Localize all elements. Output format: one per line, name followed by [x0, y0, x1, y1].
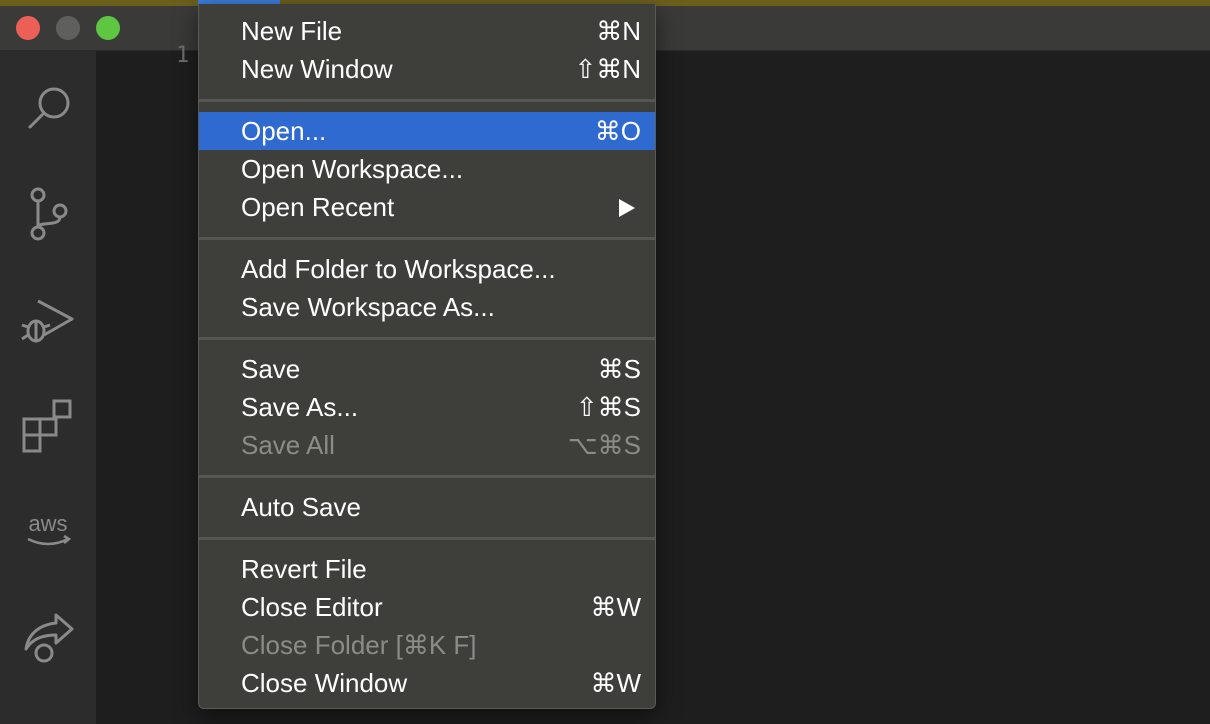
close-window-button[interactable] [16, 16, 40, 40]
menu-separator [199, 475, 655, 478]
activity-bar: aws [0, 51, 96, 724]
menu-item-save-workspace-as[interactable]: Save Workspace As... [199, 288, 655, 326]
extensions-icon[interactable] [18, 395, 78, 455]
menu-item-save-all: Save All ⌥⌘S [241, 430, 641, 460]
minimize-window-button[interactable] [56, 16, 80, 40]
menu-item-revert-file[interactable]: Revert File [199, 550, 655, 588]
menu-item-close-folder: Close Folder [⌘K F] [241, 630, 477, 660]
menu-item-open-workspace[interactable]: Open Workspace... [199, 150, 655, 188]
source-control-icon[interactable] [18, 183, 78, 243]
menu-separator [199, 237, 655, 240]
zoom-window-button[interactable] [96, 16, 120, 40]
menu-item-add-folder-to-workspace[interactable]: Add Folder to Workspace... [199, 250, 655, 288]
menu-separator [199, 337, 655, 340]
search-icon[interactable] [18, 77, 78, 137]
live-share-icon[interactable] [18, 607, 78, 667]
menu-item-save-as[interactable]: Save As... ⇧⌘S [199, 388, 655, 426]
menu-item-save[interactable]: Save ⌘S [199, 350, 655, 388]
menu-item-close-window[interactable]: Close Window ⌘W [199, 664, 655, 702]
menu-item-new-window[interactable]: New Window ⇧⌘N [199, 50, 655, 88]
menu-item-close-editor[interactable]: Close Editor ⌘W [199, 588, 655, 626]
line-number: 1 [176, 43, 190, 68]
aws-label: aws [28, 511, 67, 536]
menu-separator [199, 99, 655, 102]
menu-item-open-recent[interactable]: Open Recent [199, 188, 655, 226]
menu-item-auto-save[interactable]: Auto Save [199, 488, 655, 526]
menu-item-new-file[interactable]: New File ⌘N [199, 12, 655, 50]
aws-icon[interactable]: aws [18, 501, 78, 561]
submenu-arrow-icon [619, 199, 635, 217]
file-menu: New File ⌘N New Window ⇧⌘N Open... ⌘O Op… [198, 4, 656, 709]
run-debug-icon[interactable] [18, 289, 78, 349]
menu-separator [199, 537, 655, 540]
menu-item-open[interactable]: Open... ⌘O [199, 112, 655, 150]
